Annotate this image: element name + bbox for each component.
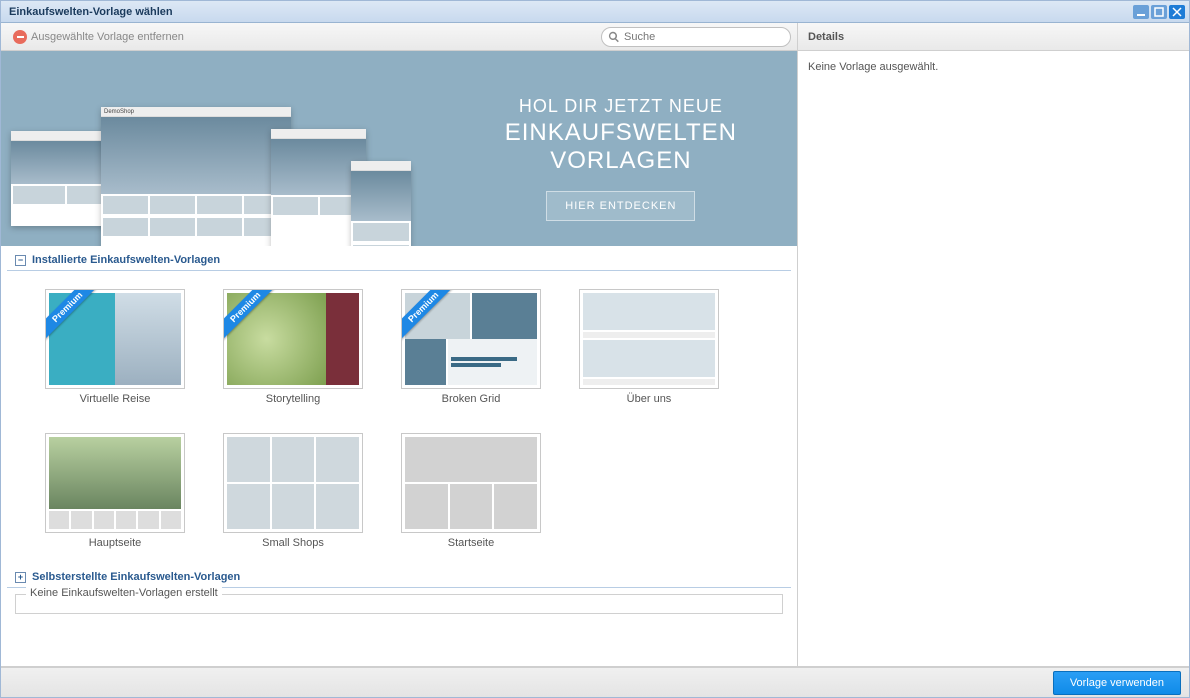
maximize-button[interactable] — [1151, 5, 1167, 19]
template-item[interactable]: Premium Storytelling — [223, 289, 363, 405]
template-thumb — [45, 433, 185, 533]
template-label: Virtuelle Reise — [80, 393, 151, 405]
template-thumb — [579, 289, 719, 389]
template-label: Über uns — [627, 393, 672, 405]
banner-line3: VORLAGEN — [505, 147, 737, 175]
remove-template-button[interactable]: Ausgewählte Vorlage entfernen — [7, 28, 190, 46]
close-button[interactable] — [1169, 5, 1185, 19]
expand-icon: + — [15, 572, 26, 583]
details-title: Details — [808, 31, 844, 43]
template-label: Broken Grid — [442, 393, 501, 405]
details-header: Details — [798, 23, 1189, 51]
banner-line2: EINKAUFSWELTEN — [505, 119, 737, 147]
custom-empty-fieldset: Keine Einkaufswelten-Vorlagen erstellt — [15, 594, 783, 614]
template-item[interactable]: Small Shops — [223, 433, 363, 549]
banner-line1: HOL DIR JETZT NEUE — [505, 96, 737, 117]
banner-mock-devices: DemoShop — [11, 101, 421, 246]
template-item[interactable]: Hauptseite — [45, 433, 185, 549]
template-item[interactable]: Über uns — [579, 289, 719, 405]
left-pane: Ausgewählte Vorlage entfernen DemoShop — [1, 23, 798, 666]
template-thumb — [223, 433, 363, 533]
collapse-icon: − — [15, 255, 26, 266]
installed-section-header[interactable]: − Installierte Einkaufswelten-Vorlagen — [7, 248, 791, 271]
remove-template-label: Ausgewählte Vorlage entfernen — [31, 31, 184, 43]
template-thumb: Premium — [223, 289, 363, 389]
template-picker-window: Einkaufswelten-Vorlage wählen Ausgewählt… — [0, 0, 1190, 698]
toolbar: Ausgewählte Vorlage entfernen — [1, 23, 797, 51]
custom-section-header[interactable]: + Selbsterstellte Einkaufswelten-Vorlage… — [7, 565, 791, 588]
template-label: Hauptseite — [89, 537, 142, 549]
details-body: Keine Vorlage ausgewählt. — [798, 51, 1189, 666]
template-thumb: Premium — [401, 289, 541, 389]
search-input[interactable] — [624, 31, 784, 43]
banner-text: HOL DIR JETZT NEUE EINKAUFSWELTEN VORLAG… — [505, 96, 737, 221]
promo-banner[interactable]: DemoShop HOL DIR JETZT NEUE EINKAUFSWELT… — [1, 51, 797, 246]
details-pane: Details Keine Vorlage ausgewählt. — [798, 23, 1189, 666]
template-item[interactable]: Premium Virtuelle Reise — [45, 289, 185, 405]
template-item[interactable]: Startseite — [401, 433, 541, 549]
search-field[interactable] — [601, 27, 791, 47]
footer: Vorlage verwenden — [1, 667, 1189, 697]
content-scroll[interactable]: DemoShop HOL DIR JETZT NEUE EINKAUFSWELT… — [1, 51, 797, 666]
remove-icon — [13, 30, 27, 44]
banner-cta-button[interactable]: HIER ENTDECKEN — [546, 191, 695, 221]
template-label: Startseite — [448, 537, 494, 549]
template-label: Storytelling — [266, 393, 320, 405]
window-title: Einkaufswelten-Vorlage wählen — [9, 6, 173, 18]
installed-section-title: Installierte Einkaufswelten-Vorlagen — [32, 254, 220, 266]
template-label: Small Shops — [262, 537, 324, 549]
titlebar: Einkaufswelten-Vorlage wählen — [1, 1, 1189, 23]
template-thumb: Premium — [45, 289, 185, 389]
banner-brand: DemoShop — [104, 109, 134, 115]
template-thumb — [401, 433, 541, 533]
custom-empty-text: Keine Einkaufswelten-Vorlagen erstellt — [26, 587, 222, 599]
details-empty-text: Keine Vorlage ausgewählt. — [808, 61, 938, 73]
template-item[interactable]: Premium Broken Grid — [401, 289, 541, 405]
minimize-button[interactable] — [1133, 5, 1149, 19]
apply-template-button[interactable]: Vorlage verwenden — [1053, 671, 1181, 695]
template-grid: Premium Virtuelle Reise Premium Storytel… — [1, 271, 797, 563]
custom-section-title: Selbsterstellte Einkaufswelten-Vorlagen — [32, 571, 240, 583]
search-icon — [608, 31, 620, 43]
